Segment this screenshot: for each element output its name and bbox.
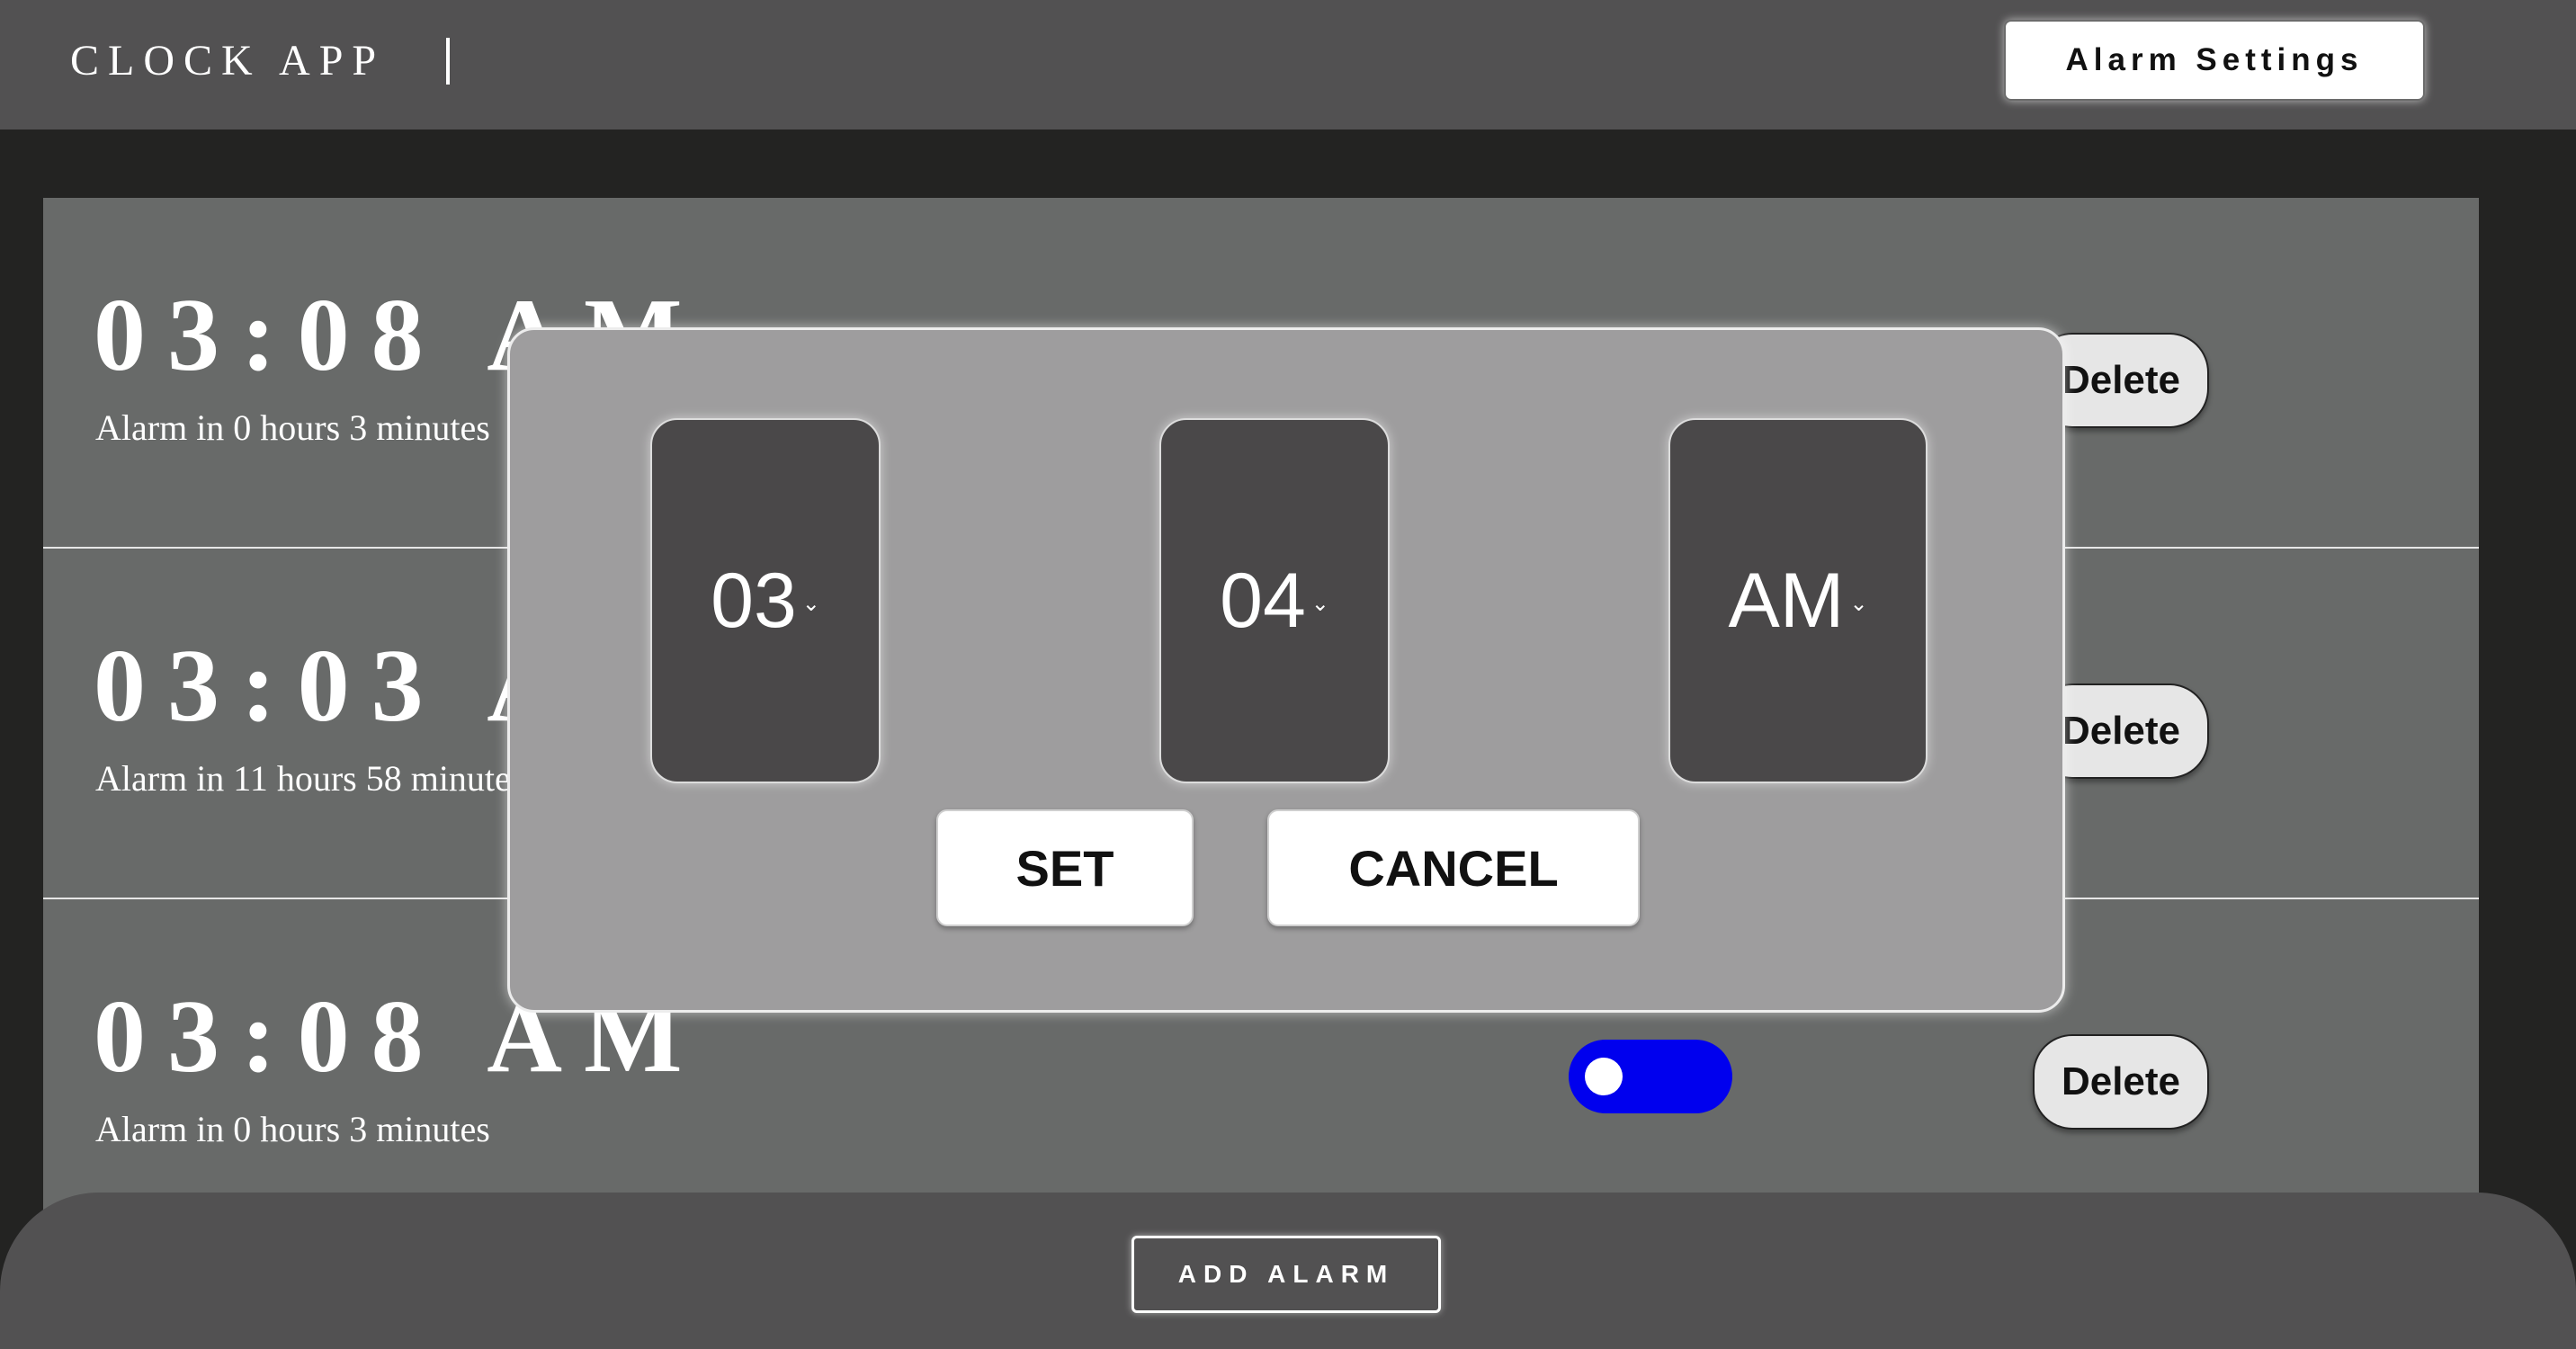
- cancel-button[interactable]: CANCEL: [1267, 809, 1640, 926]
- alarm-countdown: Alarm in 0 hours 3 minutes: [95, 407, 490, 448]
- alarm-countdown: Alarm in 11 hours 58 minutes: [95, 758, 525, 799]
- set-alarm-modal: 03 ⌄ 04 ⌄ AM ⌄ SET CANCEL: [507, 327, 2065, 1013]
- add-alarm-button[interactable]: ADD ALARM: [1131, 1236, 1441, 1313]
- period-select[interactable]: AM ⌄: [1668, 418, 1928, 783]
- chevron-down-icon: ⌄: [1310, 591, 1329, 616]
- alarm-countdown: Alarm in 0 hours 3 minutes: [95, 1109, 490, 1149]
- alarm-settings-button[interactable]: Alarm Settings: [2004, 20, 2425, 101]
- delete-button[interactable]: Delete: [2033, 1034, 2209, 1130]
- chevron-down-icon: ⌄: [1849, 591, 1868, 616]
- hour-value: 03: [711, 557, 797, 644]
- app-footer: ADD ALARM: [0, 1193, 2576, 1349]
- set-button[interactable]: SET: [936, 809, 1194, 926]
- app-title: CLOCK APP: [70, 37, 386, 85]
- toggle-knob: [1585, 1058, 1623, 1095]
- chevron-down-icon: ⌄: [801, 591, 820, 616]
- minute-select[interactable]: 04 ⌄: [1159, 418, 1390, 783]
- hour-select[interactable]: 03 ⌄: [650, 418, 881, 783]
- title-cursor: [446, 38, 450, 85]
- period-value: AM: [1728, 557, 1845, 644]
- minute-value: 04: [1220, 557, 1306, 644]
- alarm-toggle[interactable]: [1569, 1040, 1732, 1113]
- app-header: CLOCK APP Alarm Settings: [0, 0, 2576, 130]
